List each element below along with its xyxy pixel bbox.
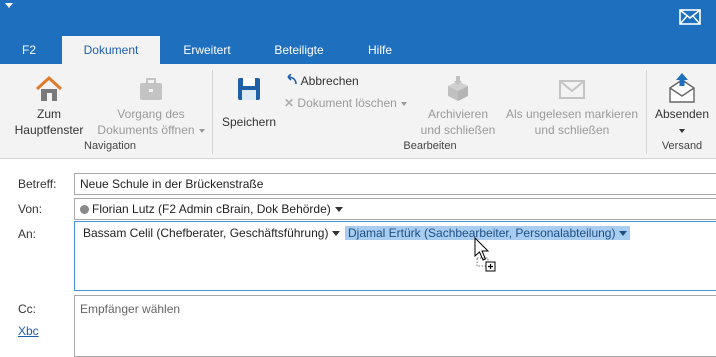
quick-access-dropdown-icon[interactable] [5,3,13,8]
delete-label: Dokument löschen [297,96,397,110]
chevron-down-icon [400,101,407,106]
send-label: Absenden [654,107,710,121]
from-field[interactable]: Florian Lutz (F2 Admin cBrain, Dok Behör… [74,198,716,220]
archive-label-2: und schließen [420,123,496,137]
delete-icon: ✕ [284,96,295,110]
mark-unread-label-2: und schließen [534,123,610,137]
archive-close-button[interactable]: Archivieren und schließen [414,74,502,138]
drag-copy-cursor-icon [474,236,496,272]
tab-erweitert[interactable]: Erweitert [172,36,242,64]
cc-label: Cc: [18,302,36,316]
tab-f2[interactable]: F2 [14,36,44,64]
tab-beteiligte[interactable]: Beteiligte [262,36,336,64]
from-sender[interactable]: Florian Lutz (F2 Admin cBrain, Dok Behör… [80,202,343,216]
mark-unread-close-button[interactable]: Als ungelesen markieren und schließen [502,74,642,138]
tab-dokument[interactable]: Dokument [62,36,160,64]
subject-label: Betreff: [18,177,57,191]
send-button[interactable]: Absenden [650,72,714,138]
undo-icon [287,73,297,85]
home-window-button[interactable]: Zum Hauptfenster [10,74,88,138]
to-field[interactable]: Bassam Celil (Chefberater, Geschäftsführ… [74,221,716,291]
group-label-navigation: Navigation [84,140,136,152]
envelope-icon [559,80,585,99]
chevron-down-icon [679,128,685,133]
open-case-label-2: Dokuments öffnen [94,122,208,138]
recipient-name: Bassam Celil (Chefberater, Geschäftsführ… [83,226,329,240]
recipient-chip[interactable]: Bassam Celil (Chefberater, Geschäftsführ… [83,226,341,240]
cancel-button[interactable]: Abbrechen [284,73,359,89]
save-label: Speichern [221,115,277,129]
subject-value: Neue Schule in der Brückenstraße [80,177,264,191]
cc-placeholder: Empfänger wählen [80,302,181,316]
delete-document-button[interactable]: ✕ Dokument löschen [284,95,407,111]
send-mail-icon [669,73,695,103]
from-value: Florian Lutz (F2 Admin cBrain, Dok Behör… [92,202,331,216]
from-label: Von: [18,202,43,216]
chevron-down-icon[interactable] [619,231,628,237]
mail-icon[interactable] [679,9,701,25]
save-button[interactable]: Speichern [218,74,280,130]
ribbon: Zum Hauptfenster Vorgang des Dokuments ö… [0,64,716,159]
group-label-bearbeiten: Bearbeiten [403,140,457,152]
home-label-1: Zum [37,107,61,121]
open-case-button[interactable]: Vorgang des Dokuments öffnen [94,74,208,138]
to-label: An: [18,227,37,241]
tab-hilfe[interactable]: Hilfe [358,36,402,64]
cancel-label: Abbrechen [300,74,359,88]
briefcase-icon [140,78,162,100]
save-icon [238,78,260,100]
mail-form: Betreff: Neue Schule in der Brückenstraß… [0,159,716,357]
chevron-down-icon [198,128,205,133]
bcc-link[interactable]: Xbc [18,324,39,338]
ribbon-separator [646,70,647,154]
title-bar [0,0,716,36]
presence-dot-icon [80,205,89,214]
subject-input[interactable]: Neue Schule in der Brückenstraße [74,173,716,195]
mark-unread-label-1: Als ungelesen markieren [505,107,639,121]
ribbon-tabs: F2 Dokument Erweitert Beteiligte Hilfe [0,36,716,64]
chevron-down-icon[interactable] [334,207,343,213]
archive-label-1: Archivieren [427,107,489,121]
home-label-2: Hauptfenster [14,123,84,137]
ribbon-separator [212,70,213,154]
home-icon [35,75,63,101]
group-label-versand: Versand [661,140,703,152]
archive-box-icon [448,76,468,101]
open-case-label-1: Vorgang des [117,107,185,121]
chevron-down-icon[interactable] [332,231,341,237]
